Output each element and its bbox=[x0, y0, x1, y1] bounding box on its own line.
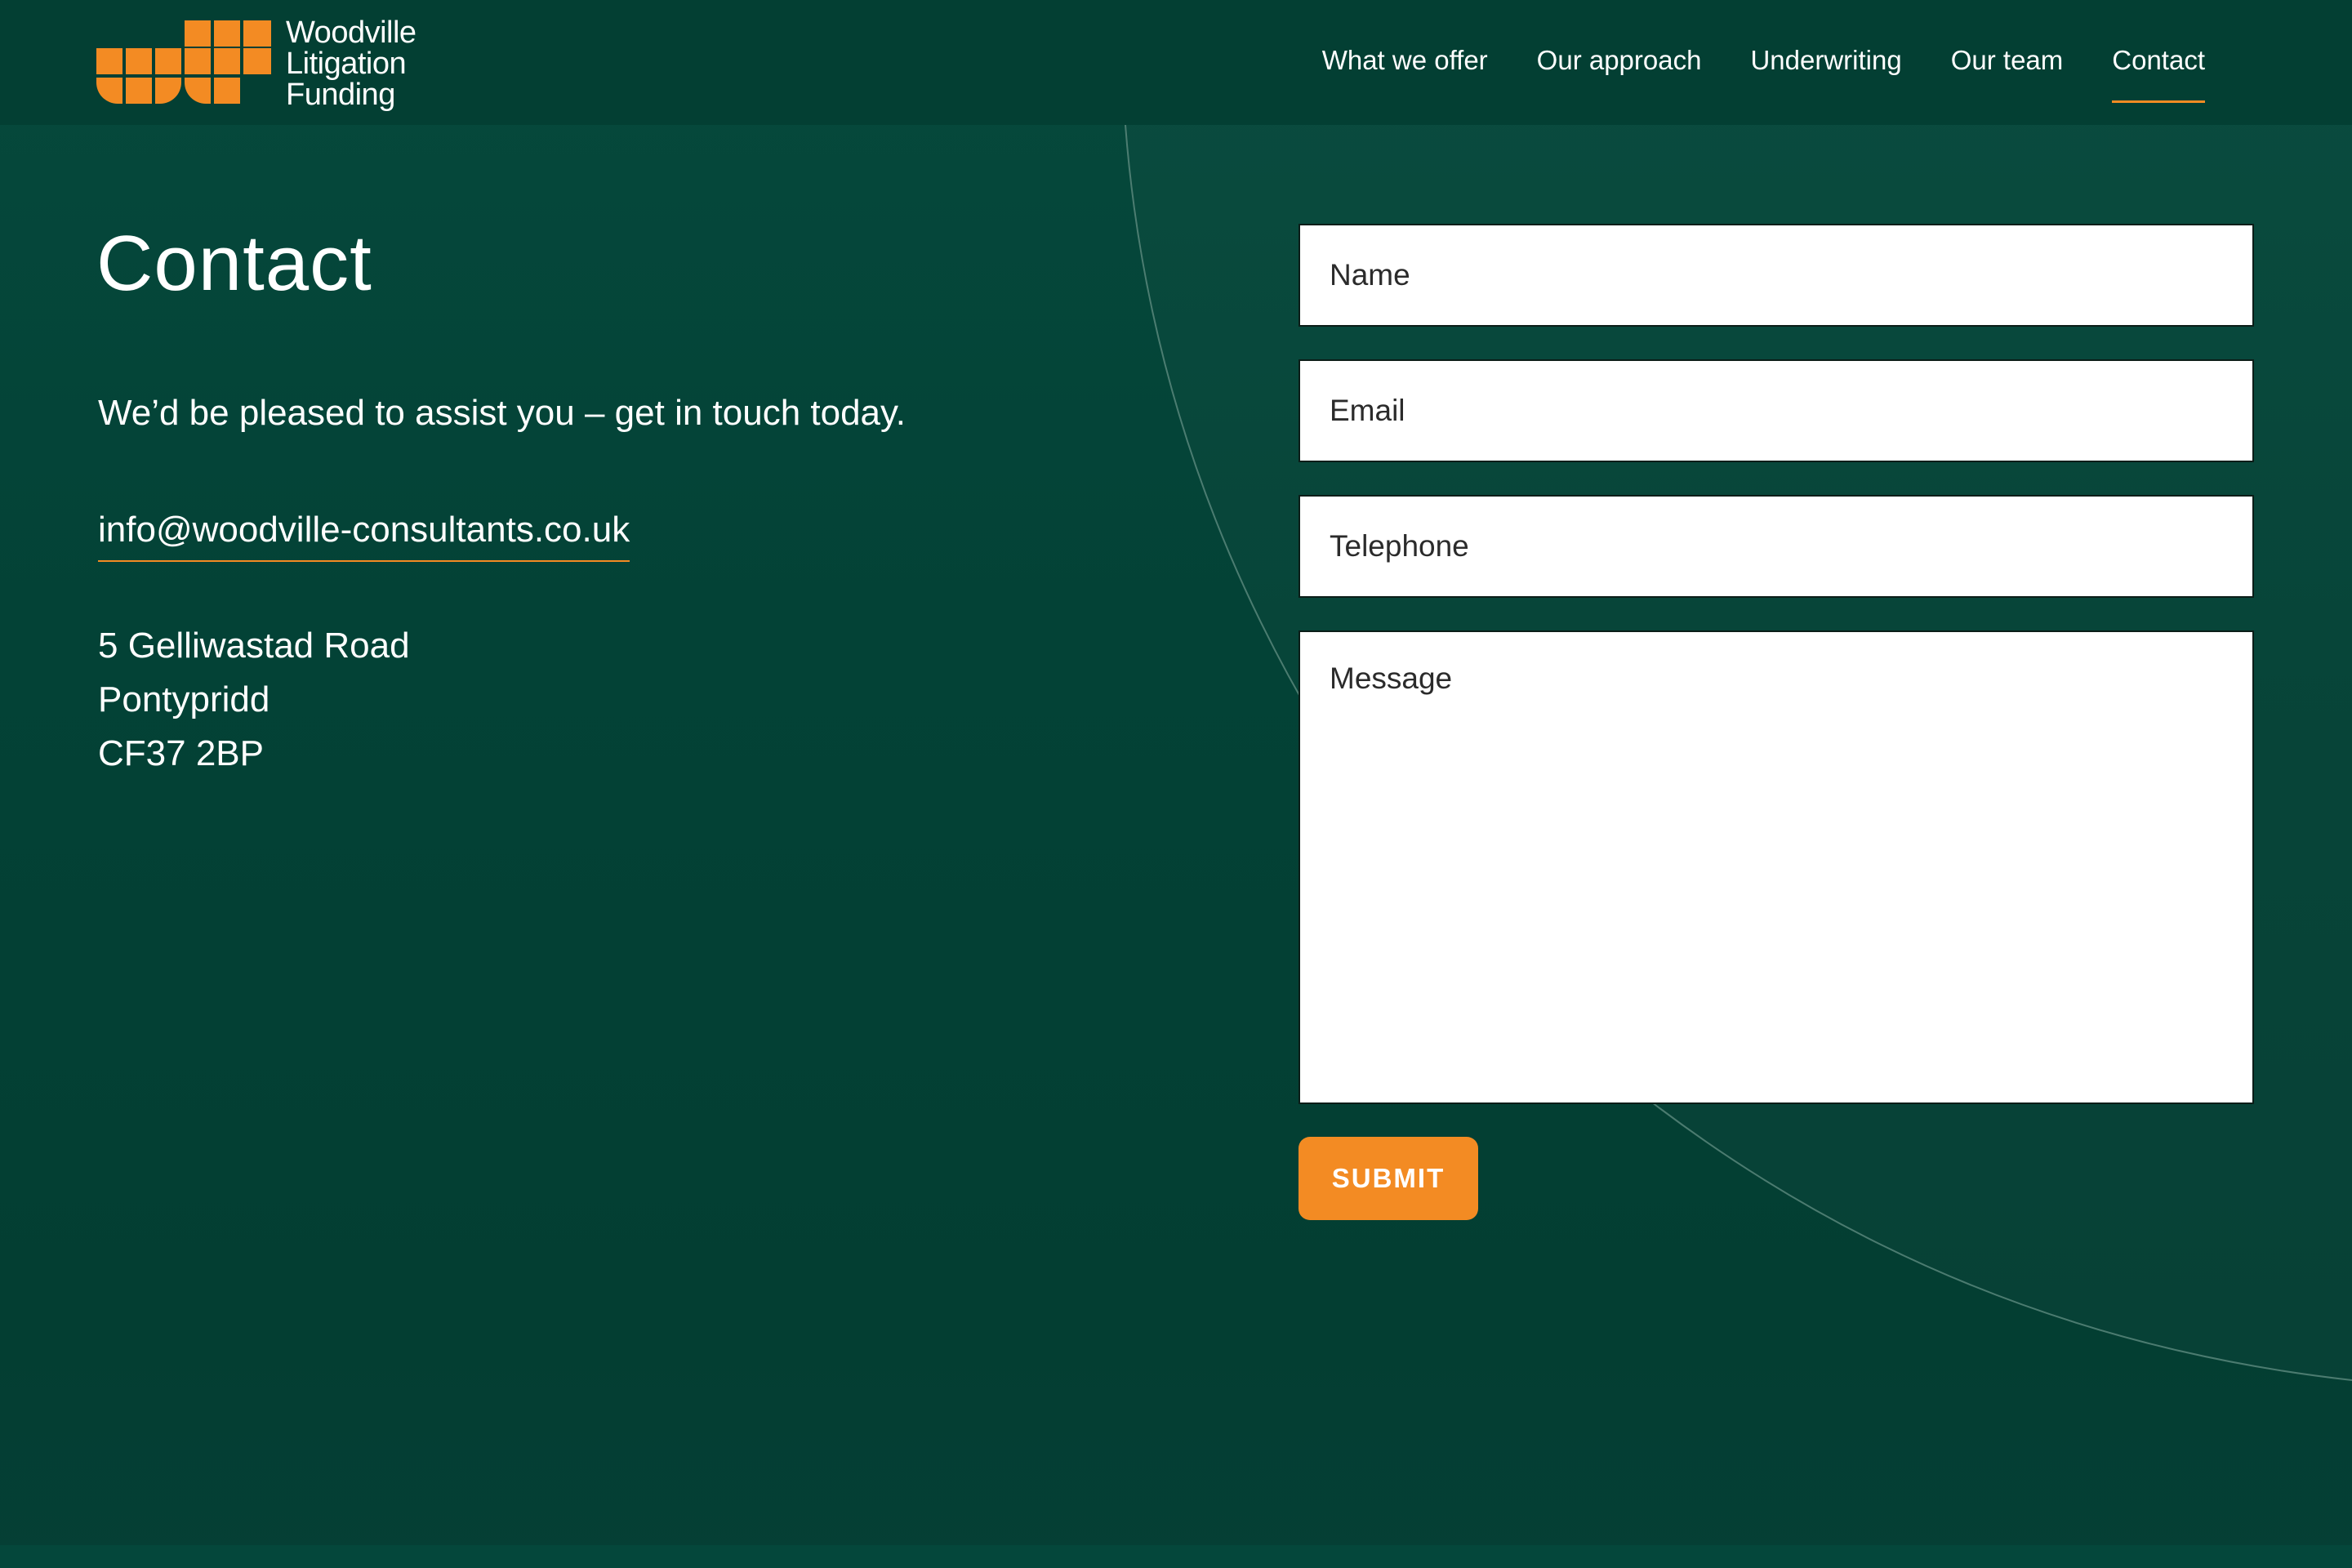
site-header: Woodville Litigation Funding What we off… bbox=[0, 0, 2352, 125]
brand-name-line-2: Litigation bbox=[286, 46, 407, 81]
nav-item-contact[interactable]: Contact bbox=[2112, 42, 2205, 103]
message-textarea[interactable] bbox=[1298, 630, 2254, 1104]
nav-item-our-team[interactable]: Our team bbox=[1951, 42, 2064, 78]
nav-item-underwriting[interactable]: Underwriting bbox=[1750, 42, 1901, 78]
brand-name-line-1: Woodville bbox=[286, 15, 416, 50]
wlf-logo-mark-icon bbox=[96, 20, 271, 104]
address-line-3: CF37 2BP bbox=[98, 733, 264, 773]
main-nav: What we offer Our approach Underwriting … bbox=[1273, 42, 2205, 103]
contact-lead-text: We’d be pleased to assist you – get in t… bbox=[98, 393, 906, 433]
nav-item-what-we-offer[interactable]: What we offer bbox=[1322, 42, 1488, 78]
nav-item-our-approach[interactable]: Our approach bbox=[1537, 42, 1702, 78]
brand-name: Woodville Litigation Funding bbox=[286, 17, 416, 110]
brand-name-line-3: Funding bbox=[286, 77, 395, 112]
address-line-1: 5 Gelliwastad Road bbox=[98, 626, 410, 666]
brand-logo[interactable]: Woodville Litigation Funding bbox=[96, 16, 416, 110]
email-input[interactable] bbox=[1298, 359, 2254, 462]
contact-page: Woodville Litigation Funding What we off… bbox=[0, 0, 2352, 1568]
submit-button[interactable]: SUBMIT bbox=[1298, 1137, 1478, 1220]
contact-form bbox=[1298, 224, 2254, 1137]
telephone-input[interactable] bbox=[1298, 495, 2254, 598]
postal-address: 5 Gelliwastad Road Pontypridd CF37 2BP bbox=[98, 619, 410, 781]
address-line-2: Pontypridd bbox=[98, 679, 270, 719]
email-link[interactable]: info@woodville-consultants.co.uk bbox=[98, 506, 630, 562]
name-input[interactable] bbox=[1298, 224, 2254, 327]
page-title: Contact bbox=[96, 220, 372, 307]
footer-strip bbox=[0, 1545, 2352, 1568]
